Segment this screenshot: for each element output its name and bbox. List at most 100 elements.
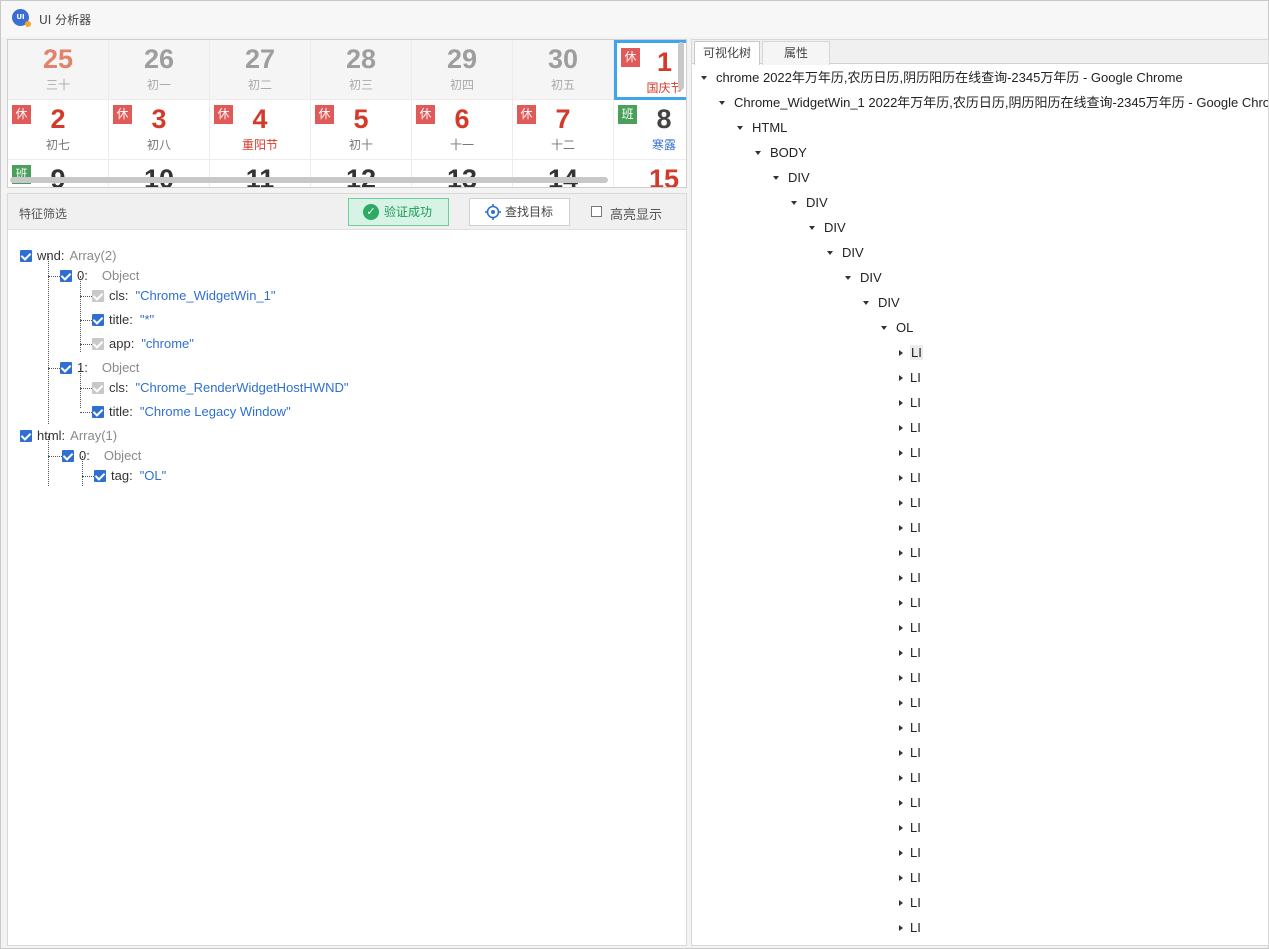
tree-node[interactable]: chrome 2022年万年历,农历日历,阴历阳历在线查询-2345万年历 - … bbox=[701, 65, 1183, 90]
collapse-arrow-icon[interactable] bbox=[755, 150, 761, 155]
calendar-day[interactable]: 12 bbox=[311, 160, 412, 187]
expand-arrow-icon[interactable] bbox=[899, 424, 903, 431]
calendar-day-selected[interactable]: 休 1 国庆节 bbox=[614, 40, 686, 100]
collapse-arrow-icon[interactable] bbox=[719, 100, 725, 105]
tree-node[interactable]: BODY bbox=[755, 140, 807, 165]
tree-node[interactable]: DIV bbox=[845, 265, 882, 290]
tree-node[interactable]: LI bbox=[899, 865, 921, 890]
calendar-day[interactable]: 休 5 初十 bbox=[311, 100, 412, 160]
tree-node[interactable]: LI bbox=[899, 340, 923, 365]
expand-arrow-icon[interactable] bbox=[899, 899, 903, 906]
tree-node[interactable]: LI bbox=[899, 365, 921, 390]
feature-value[interactable]: "OL" bbox=[140, 468, 167, 483]
expand-arrow-icon[interactable] bbox=[899, 749, 903, 756]
expand-arrow-icon[interactable] bbox=[899, 474, 903, 481]
feature-value[interactable]: "*" bbox=[140, 312, 154, 327]
element-preview[interactable]: 25 三十 26 初一 27 初二 28 初三 29 初四 30 初五休 1 国庆节休 2 初七休 3 初八休 4 重… bbox=[7, 39, 687, 188]
calendar-day[interactable]: 班 8 寒露 bbox=[614, 100, 686, 160]
expand-arrow-icon[interactable] bbox=[899, 674, 903, 681]
tree-node[interactable]: LI bbox=[899, 440, 921, 465]
tree-node[interactable]: LI bbox=[899, 840, 921, 865]
expand-arrow-icon[interactable] bbox=[899, 874, 903, 881]
expand-arrow-icon[interactable] bbox=[899, 724, 903, 731]
collapse-arrow-icon[interactable] bbox=[701, 75, 707, 80]
tree-node[interactable]: LI bbox=[899, 765, 921, 790]
expand-arrow-icon[interactable] bbox=[899, 524, 903, 531]
expand-arrow-icon[interactable] bbox=[899, 624, 903, 631]
tree-node[interactable]: HTML bbox=[737, 115, 787, 140]
feature-checkbox[interactable] bbox=[20, 250, 32, 262]
collapse-arrow-icon[interactable] bbox=[791, 200, 797, 205]
tab-visual-tree[interactable]: 可视化树 bbox=[694, 41, 760, 65]
tree-node[interactable]: LI bbox=[899, 390, 921, 415]
tree-node[interactable]: LI bbox=[899, 915, 921, 940]
tree-node[interactable]: DIV bbox=[809, 215, 846, 240]
feature-checkbox[interactable] bbox=[92, 314, 104, 326]
collapse-arrow-icon[interactable] bbox=[863, 300, 869, 305]
tree-node[interactable]: Chrome_WidgetWin_1 2022年万年历,农历日历,阴历阳历在线查… bbox=[719, 90, 1268, 115]
calendar-day[interactable]: 26 初一 bbox=[109, 40, 210, 100]
feature-checkbox[interactable] bbox=[62, 450, 74, 462]
calendar-day[interactable]: 13 bbox=[412, 160, 513, 187]
feature-checkbox[interactable] bbox=[60, 270, 72, 282]
expand-arrow-icon[interactable] bbox=[899, 774, 903, 781]
collapse-arrow-icon[interactable] bbox=[827, 250, 833, 255]
expand-arrow-icon[interactable] bbox=[899, 699, 903, 706]
preview-vertical-scrollbar[interactable] bbox=[678, 42, 684, 90]
expand-arrow-icon[interactable] bbox=[899, 924, 903, 931]
tree-node[interactable]: LI bbox=[899, 515, 921, 540]
expand-arrow-icon[interactable] bbox=[899, 449, 903, 456]
calendar-day[interactable]: 11 bbox=[210, 160, 311, 187]
calendar-day[interactable]: 休 4 重阳节 bbox=[210, 100, 311, 160]
calendar-day[interactable]: 休 3 初八 bbox=[109, 100, 210, 160]
calendar-day[interactable]: 休 6 十一 bbox=[412, 100, 513, 160]
expand-arrow-icon[interactable] bbox=[899, 549, 903, 556]
expand-arrow-icon[interactable] bbox=[899, 849, 903, 856]
tree-node[interactable]: DIV bbox=[791, 190, 828, 215]
tree-node[interactable]: LI bbox=[899, 690, 921, 715]
tree-node[interactable]: LI bbox=[899, 790, 921, 815]
calendar-day[interactable]: 30 初五 bbox=[513, 40, 614, 100]
tree-node[interactable]: DIV bbox=[863, 290, 900, 315]
calendar-day[interactable]: 28 初三 bbox=[311, 40, 412, 100]
expand-arrow-icon[interactable] bbox=[899, 374, 903, 381]
calendar-day[interactable]: 15 bbox=[614, 160, 686, 187]
tree-node[interactable]: DIV bbox=[827, 240, 864, 265]
feature-value[interactable]: "Chrome_RenderWidgetHostHWND" bbox=[136, 380, 349, 395]
preview-horizontal-scrollbar[interactable] bbox=[10, 177, 608, 183]
tree-node[interactable]: LI bbox=[899, 715, 921, 740]
expand-arrow-icon[interactable] bbox=[899, 599, 903, 606]
expand-arrow-icon[interactable] bbox=[899, 399, 903, 406]
feature-value[interactable]: "Chrome Legacy Window" bbox=[140, 404, 291, 419]
tree-node[interactable]: LI bbox=[899, 415, 921, 440]
feature-checkbox[interactable] bbox=[20, 430, 32, 442]
tree-node[interactable]: LI bbox=[899, 590, 921, 615]
tree-node[interactable]: LI bbox=[899, 890, 921, 915]
calendar-day[interactable]: 27 初二 bbox=[210, 40, 311, 100]
tree-node[interactable]: LI bbox=[899, 465, 921, 490]
calendar-day[interactable]: 29 初四 bbox=[412, 40, 513, 100]
tree-node[interactable]: LI bbox=[899, 640, 921, 665]
calendar-day[interactable]: 25 三十 bbox=[8, 40, 109, 100]
collapse-arrow-icon[interactable] bbox=[773, 175, 779, 180]
tree-node[interactable]: LI bbox=[899, 540, 921, 565]
tree-node[interactable]: LI bbox=[899, 665, 921, 690]
feature-checkbox[interactable] bbox=[94, 470, 106, 482]
tree-node[interactable]: LI bbox=[899, 565, 921, 590]
tree-node[interactable]: LI bbox=[899, 740, 921, 765]
highlight-checkbox[interactable] bbox=[591, 206, 602, 217]
tree-node[interactable]: OL bbox=[881, 315, 913, 340]
expand-arrow-icon[interactable] bbox=[899, 824, 903, 831]
expand-arrow-icon[interactable] bbox=[899, 499, 903, 506]
feature-checkbox[interactable] bbox=[60, 362, 72, 374]
find-target-button[interactable]: 查找目标 bbox=[469, 198, 570, 226]
highlight-label[interactable]: 高亮显示 bbox=[610, 204, 662, 223]
tree-node[interactable]: LI bbox=[899, 615, 921, 640]
expand-arrow-icon[interactable] bbox=[899, 574, 903, 581]
expand-arrow-icon[interactable] bbox=[899, 349, 903, 356]
feature-value[interactable]: "chrome" bbox=[141, 336, 194, 351]
tree-node[interactable]: LI bbox=[899, 815, 921, 840]
calendar-day[interactable]: 休 2 初七 bbox=[8, 100, 109, 160]
expand-arrow-icon[interactable] bbox=[899, 799, 903, 806]
tab-properties[interactable]: 属性 bbox=[762, 41, 830, 65]
